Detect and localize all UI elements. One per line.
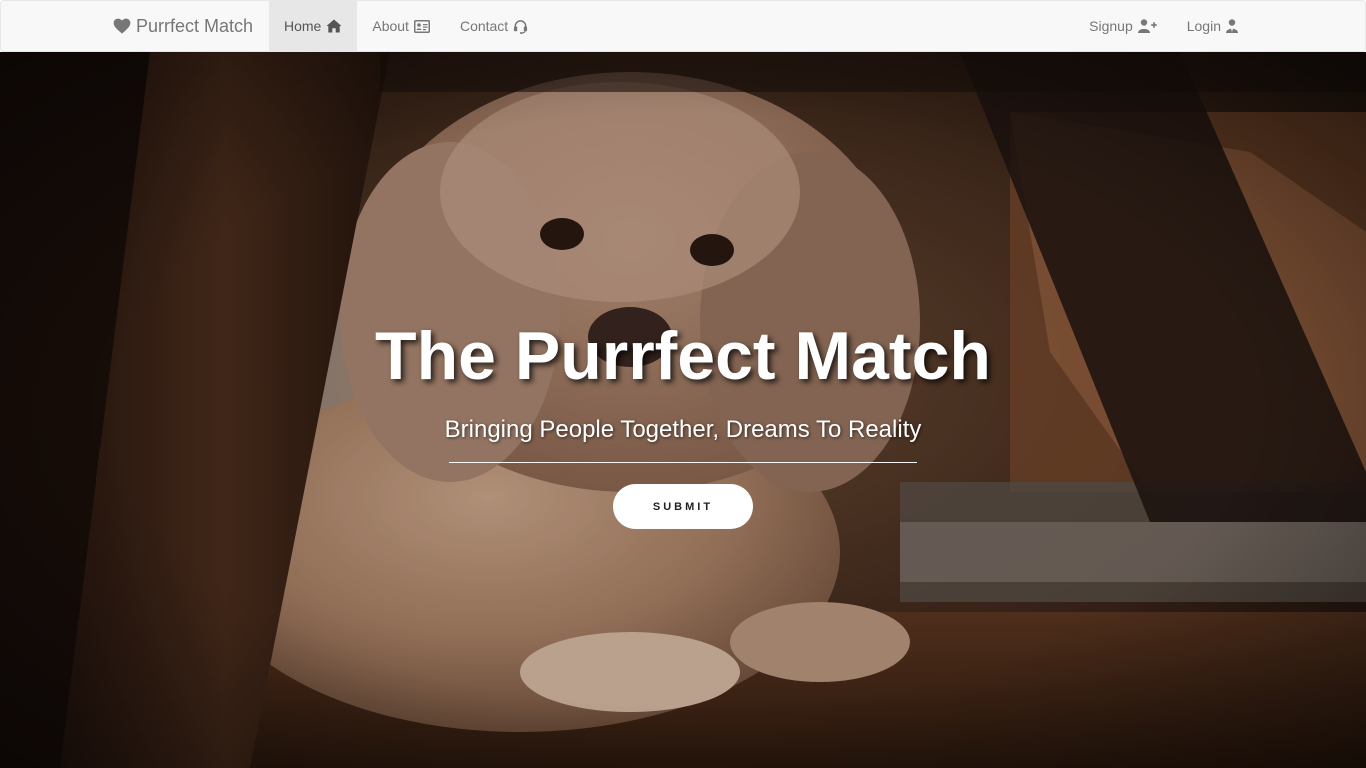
user-plus-icon — [1137, 19, 1157, 33]
nav-contact-label: Contact — [459, 18, 509, 34]
user-icon — [1226, 19, 1238, 33]
brand-label: Purrfect Match — [136, 16, 254, 36]
nav-about-label: About — [372, 18, 409, 34]
hero-background-image — [0, 52, 1366, 768]
nav-home-label: Home — [284, 18, 322, 34]
brand-link[interactable]: Purrfect Match — [113, 1, 253, 51]
hero-title: The Purrfect Match — [375, 318, 991, 394]
nav-main: Home About Contact — [269, 1, 543, 51]
nav-login-label: Login — [1186, 18, 1221, 34]
headset-icon — [513, 19, 528, 34]
nav-contact[interactable]: Contact — [445, 1, 543, 51]
nav-about[interactable]: About — [357, 1, 445, 51]
navbar: Purrfect Match Home About Contact Signup — [0, 0, 1366, 52]
nav-signup[interactable]: Signup — [1074, 1, 1172, 51]
id-card-icon — [413, 19, 430, 33]
home-icon — [326, 19, 342, 33]
hero-subtitle: Bringing People Together, Dreams To Real… — [444, 416, 922, 443]
hero-section: The Purrfect Match Bringing People Toget… — [0, 52, 1366, 768]
hero-divider — [449, 462, 917, 463]
nav-login[interactable]: Login — [1172, 1, 1253, 51]
nav-account: Signup Login — [1074, 1, 1253, 51]
submit-button[interactable]: SUBMIT — [613, 484, 753, 529]
nav-signup-label: Signup — [1089, 18, 1133, 34]
nav-home[interactable]: Home — [269, 1, 358, 51]
heart-icon — [113, 18, 131, 34]
